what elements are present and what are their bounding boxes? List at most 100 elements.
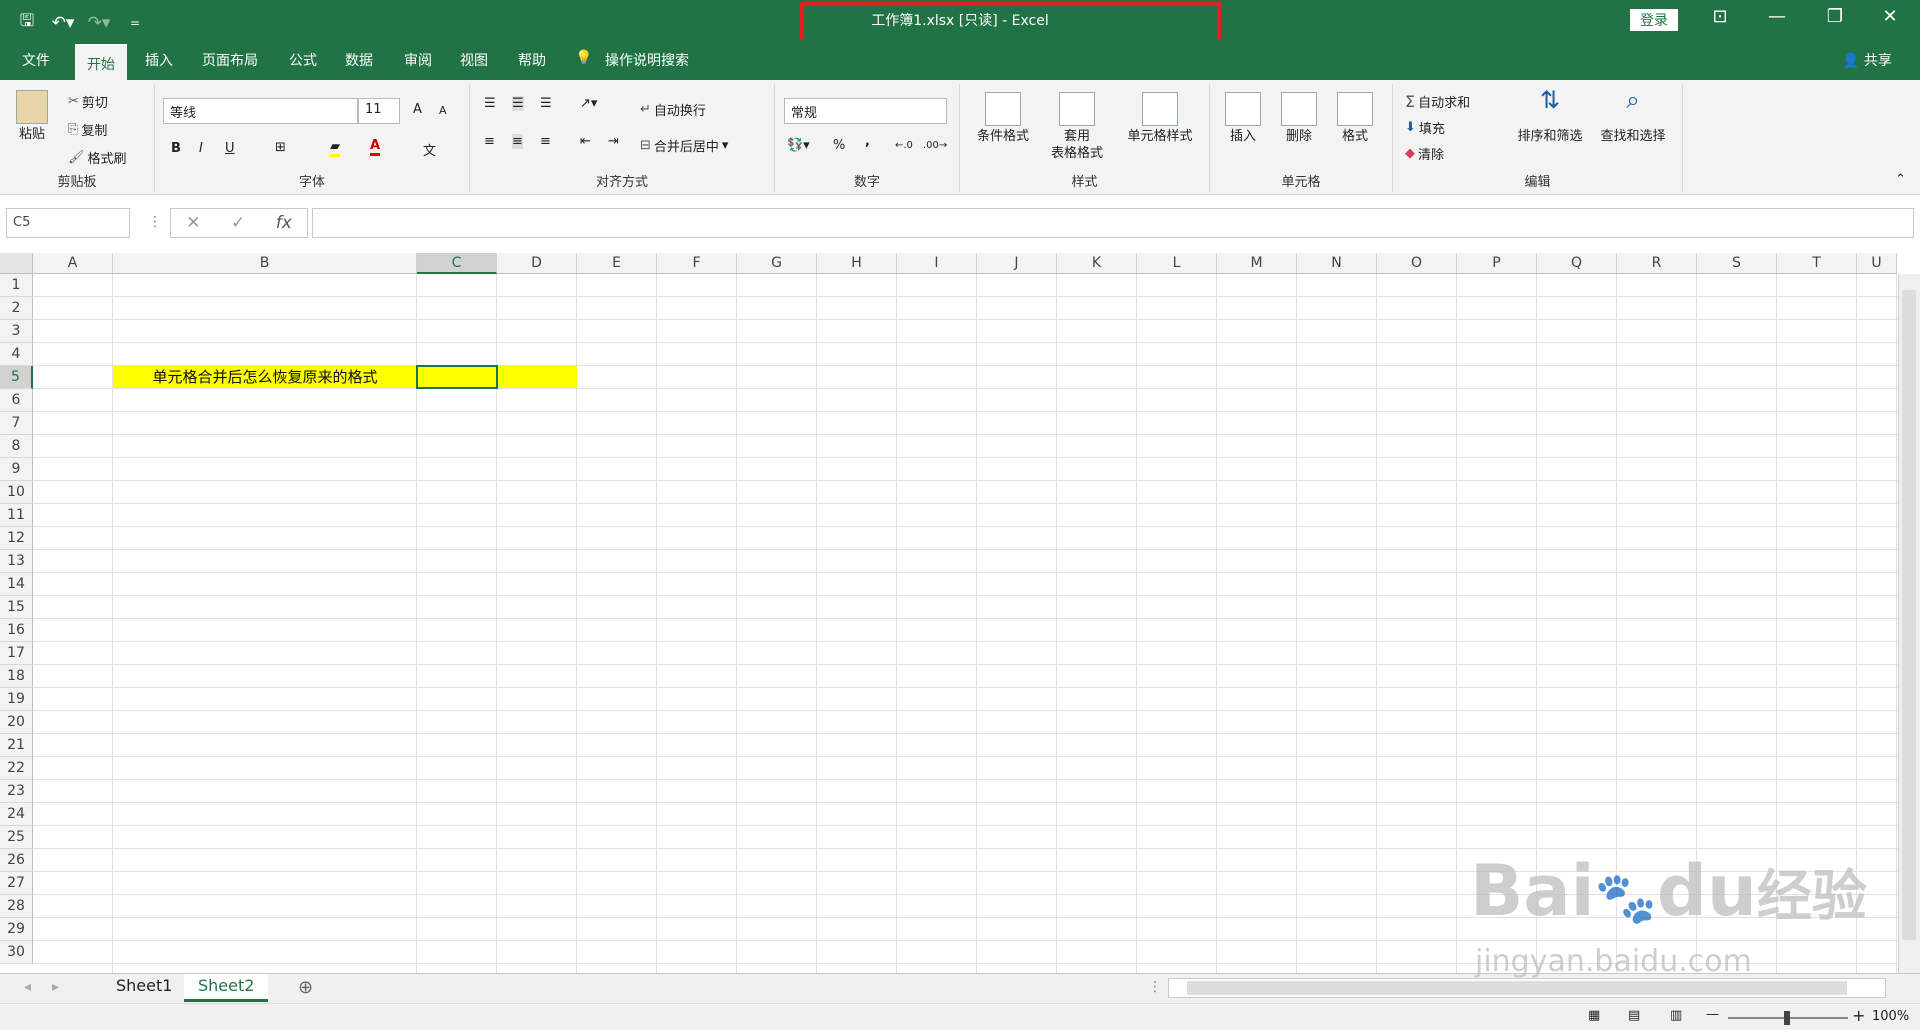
tab-formulas[interactable]: 公式 bbox=[289, 50, 317, 70]
merge-center-button[interactable]: ⊟ 合并后居中 ▾ bbox=[640, 136, 728, 155]
collapse-ribbon-icon[interactable]: ⌃ bbox=[1895, 172, 1906, 187]
row-header-9[interactable]: 9 bbox=[0, 458, 33, 481]
row-header-24[interactable]: 24 bbox=[0, 803, 33, 826]
row-header-28[interactable]: 28 bbox=[0, 895, 33, 918]
zoom-in-icon[interactable]: + bbox=[1852, 1006, 1865, 1025]
align-bottom-icon[interactable]: ☰ bbox=[540, 96, 552, 111]
row-header-11[interactable]: 11 bbox=[0, 504, 33, 527]
row-header-30[interactable]: 30 bbox=[0, 941, 33, 964]
column-header-f[interactable]: F bbox=[657, 253, 737, 274]
autosum-button[interactable]: Σ 自动求和 bbox=[1405, 92, 1470, 111]
tab-file[interactable]: 文件 bbox=[22, 50, 50, 70]
name-box[interactable]: C5 bbox=[6, 208, 130, 238]
column-header-k[interactable]: K bbox=[1057, 253, 1137, 274]
share-button[interactable]: 👤 共享 bbox=[1842, 50, 1892, 70]
increase-indent-icon[interactable]: ⇥ bbox=[608, 134, 619, 149]
row-header-7[interactable]: 7 bbox=[0, 412, 33, 435]
wrap-text-button[interactable]: ↵ 自动换行 bbox=[640, 100, 706, 119]
column-header-c[interactable]: C bbox=[417, 253, 497, 274]
row-header-2[interactable]: 2 bbox=[0, 297, 33, 320]
row-header-21[interactable]: 21 bbox=[0, 734, 33, 757]
sheet-tab-sheet2[interactable]: Sheet2 bbox=[184, 974, 269, 1002]
paste-button[interactable]: 粘贴 bbox=[10, 90, 54, 143]
column-header-e[interactable]: E bbox=[577, 253, 657, 274]
decrease-indent-icon[interactable]: ⇤ bbox=[580, 134, 591, 149]
zoom-thumb[interactable] bbox=[1784, 1011, 1790, 1025]
zoom-level[interactable]: 100% bbox=[1872, 1009, 1909, 1024]
grow-font-button[interactable]: A bbox=[413, 102, 422, 117]
vertical-scrollbar[interactable] bbox=[1898, 274, 1920, 973]
sheet-tab-sheet1[interactable]: Sheet1 bbox=[102, 974, 186, 1002]
underline-button[interactable]: U bbox=[225, 141, 235, 156]
login-button[interactable]: 登录 bbox=[1630, 9, 1678, 31]
column-header-m[interactable]: M bbox=[1217, 253, 1297, 274]
cell-b5[interactable]: 单元格合并后怎么恢复原来的格式 bbox=[113, 366, 417, 388]
cell-styles-button[interactable]: 单元格样式 bbox=[1118, 92, 1202, 145]
format-cells-button[interactable]: 格式 bbox=[1330, 92, 1380, 145]
vertical-scroll-thumb[interactable] bbox=[1902, 290, 1916, 940]
column-header-b[interactable]: B bbox=[113, 253, 417, 274]
column-header-i[interactable]: I bbox=[897, 253, 977, 274]
tab-view[interactable]: 视图 bbox=[460, 50, 488, 70]
orientation-icon[interactable]: ↗▾ bbox=[580, 96, 597, 111]
column-header-l[interactable]: L bbox=[1137, 253, 1217, 274]
clear-button[interactable]: ◆ 清除 bbox=[1405, 144, 1444, 163]
comma-button[interactable]: , bbox=[865, 134, 870, 149]
horizontal-scroll-thumb[interactable] bbox=[1187, 981, 1847, 995]
tab-insert[interactable]: 插入 bbox=[145, 50, 173, 70]
column-header-n[interactable]: N bbox=[1297, 253, 1377, 274]
zoom-slider[interactable] bbox=[1728, 1011, 1848, 1025]
hscroll-splitter[interactable]: ⋮ bbox=[1148, 979, 1162, 995]
sheet-next-icon[interactable]: ▸ bbox=[52, 979, 59, 995]
column-header-g[interactable]: G bbox=[737, 253, 817, 274]
row-header-13[interactable]: 13 bbox=[0, 550, 33, 573]
row-header-8[interactable]: 8 bbox=[0, 435, 33, 458]
cut-button[interactable]: ✂ 剪切 bbox=[68, 92, 108, 111]
row-header-1[interactable]: 1 bbox=[0, 274, 33, 297]
row-header-17[interactable]: 17 bbox=[0, 642, 33, 665]
column-header-u[interactable]: U bbox=[1857, 253, 1897, 274]
tell-me-search[interactable]: 操作说明搜索 bbox=[605, 50, 689, 70]
number-format-select[interactable]: 常规 bbox=[784, 98, 947, 124]
column-header-q[interactable]: Q bbox=[1537, 253, 1617, 274]
font-color-button[interactable]: A bbox=[370, 138, 381, 156]
enter-icon[interactable]: ✓ bbox=[231, 213, 245, 233]
font-size-select[interactable]: 11 bbox=[358, 98, 400, 124]
tab-page-layout[interactable]: 页面布局 bbox=[202, 50, 258, 70]
close-icon[interactable]: ✕ bbox=[1870, 6, 1910, 27]
increase-decimal-icon[interactable]: ←.0 bbox=[895, 140, 913, 151]
row-header-12[interactable]: 12 bbox=[0, 527, 33, 550]
tab-review[interactable]: 审阅 bbox=[404, 50, 432, 70]
page-layout-view-icon[interactable]: ▤ bbox=[1628, 1008, 1640, 1023]
fill-button[interactable]: ⬇ 填充 bbox=[1405, 118, 1445, 137]
row-header-18[interactable]: 18 bbox=[0, 665, 33, 688]
column-header-j[interactable]: J bbox=[977, 253, 1057, 274]
align-left-icon[interactable]: ≡ bbox=[484, 134, 495, 149]
copy-button[interactable]: ⎘ 复制 bbox=[68, 120, 107, 139]
column-header-h[interactable]: H bbox=[817, 253, 897, 274]
row-header-15[interactable]: 15 bbox=[0, 596, 33, 619]
tab-data[interactable]: 数据 bbox=[345, 50, 373, 70]
horizontal-scrollbar[interactable] bbox=[1168, 978, 1886, 998]
row-header-14[interactable]: 14 bbox=[0, 573, 33, 596]
ribbon-display-icon[interactable]: ⊡ bbox=[1700, 6, 1740, 27]
row-header-26[interactable]: 26 bbox=[0, 849, 33, 872]
sort-filter-button[interactable]: ⇅ 排序和筛选 bbox=[1511, 88, 1589, 145]
row-header-16[interactable]: 16 bbox=[0, 619, 33, 642]
row-header-5[interactable]: 5 bbox=[0, 366, 33, 389]
cell-d5[interactable] bbox=[497, 366, 577, 388]
formula-input[interactable] bbox=[312, 208, 1914, 238]
conditional-format-button[interactable]: 条件格式 bbox=[968, 92, 1038, 145]
row-header-22[interactable]: 22 bbox=[0, 757, 33, 780]
row-header-20[interactable]: 20 bbox=[0, 711, 33, 734]
column-header-t[interactable]: T bbox=[1777, 253, 1857, 274]
row-header-29[interactable]: 29 bbox=[0, 918, 33, 941]
align-top-icon[interactable]: ☰ bbox=[484, 96, 496, 111]
find-select-button[interactable]: ⌕ 查找和选择 bbox=[1593, 88, 1673, 145]
normal-view-icon[interactable]: ▦ bbox=[1588, 1008, 1600, 1023]
column-header-o[interactable]: O bbox=[1377, 253, 1457, 274]
currency-icon[interactable]: 💱▾ bbox=[787, 138, 810, 153]
column-header-d[interactable]: D bbox=[497, 253, 577, 274]
select-all-corner[interactable] bbox=[0, 253, 33, 274]
page-break-view-icon[interactable]: ▥ bbox=[1670, 1008, 1682, 1023]
